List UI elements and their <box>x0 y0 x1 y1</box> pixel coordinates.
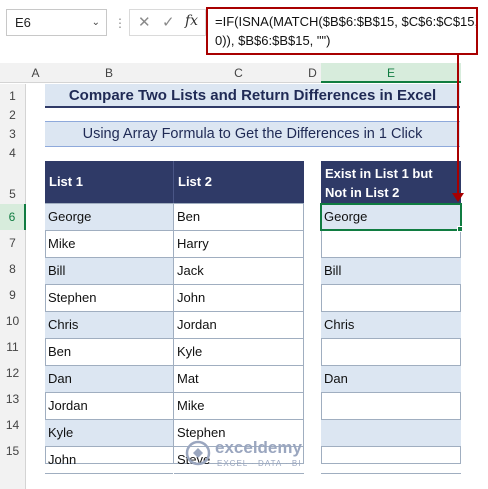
result-cell[interactable] <box>321 447 461 474</box>
header-result-line-1: Exist in List 1 but <box>325 166 433 181</box>
row-header-13[interactable]: 13 <box>0 386 26 412</box>
list2-cell[interactable]: Kyle <box>174 339 304 366</box>
result-cell[interactable] <box>321 420 461 447</box>
column-header-d[interactable]: D <box>304 63 321 83</box>
result-cell[interactable]: Bill <box>321 258 461 285</box>
annotation-arrow-line <box>457 55 459 195</box>
list1-cell[interactable]: George <box>45 204 173 231</box>
header-list-2[interactable]: List 2 <box>173 161 304 203</box>
result-cell[interactable]: Dan <box>321 366 461 393</box>
row-header-1[interactable]: 1 <box>0 84 26 109</box>
column-header-c[interactable]: C <box>173 63 304 83</box>
list1-cell[interactable]: Stephen <box>45 285 173 312</box>
list2-cell[interactable]: Mat <box>174 366 304 393</box>
annotation-arrow-head <box>452 193 464 202</box>
result-cell[interactable] <box>321 231 461 258</box>
row-header-9[interactable]: 9 <box>0 282 26 308</box>
row-header-3[interactable]: 3 <box>0 121 26 147</box>
list2-cell[interactable]: Mike <box>174 393 304 420</box>
result-cell[interactable]: Chris <box>321 312 461 339</box>
header-result[interactable]: Exist in List 1 but Not in List 2 <box>321 161 461 203</box>
sheet-subtitle[interactable]: Using Array Formula to Get the Differenc… <box>45 121 460 147</box>
row-header-7[interactable]: 7 <box>0 230 26 256</box>
result-cell[interactable] <box>321 393 461 420</box>
name-box-value: E6 <box>15 15 31 30</box>
row-header-2[interactable]: 2 <box>0 109 26 121</box>
row-header-5[interactable]: 5 <box>0 160 26 204</box>
list2-cell[interactable]: Jordan <box>174 312 304 339</box>
header-list-1[interactable]: List 1 <box>45 161 173 203</box>
sheet-title[interactable]: Compare Two Lists and Return Differences… <box>45 84 460 108</box>
row-header-11[interactable]: 11 <box>0 334 26 360</box>
watermark-tagline: EXCEL · DATA · BI <box>217 459 302 468</box>
cancel-icon[interactable]: ✕ <box>138 13 151 31</box>
row-header-4[interactable]: 4 <box>0 147 26 160</box>
watermark-name: exceldemy <box>215 438 302 457</box>
list1-cell[interactable]: Dan <box>45 366 173 393</box>
list1-cell[interactable]: Ben <box>45 339 173 366</box>
list1-cell[interactable]: Kyle <box>45 420 173 447</box>
row-header-10[interactable]: 10 <box>0 308 26 334</box>
fill-handle[interactable] <box>457 226 463 232</box>
list2-cell[interactable]: Jack <box>174 258 304 285</box>
header-result-line-2: Not in List 2 <box>325 185 400 200</box>
result-cell[interactable] <box>321 285 461 312</box>
separator-dots-icon: ⋮ <box>114 16 126 30</box>
list1-cell[interactable]: Chris <box>45 312 173 339</box>
exceldemy-logo-icon <box>185 440 211 466</box>
list1-cell[interactable]: Bill <box>45 258 173 285</box>
select-all-corner[interactable] <box>0 63 26 83</box>
result-column: George Bill Chris Dan <box>321 204 461 474</box>
insert-function-icon[interactable]: fx <box>185 13 198 29</box>
row-header-filler <box>0 464 26 489</box>
list1-cell[interactable]: John <box>45 447 173 474</box>
result-cell[interactable] <box>321 339 461 366</box>
row-header-12[interactable]: 12 <box>0 360 26 386</box>
row-header-14[interactable]: 14 <box>0 412 26 438</box>
list2-cell[interactable]: Harry <box>174 231 304 258</box>
active-cell-e6[interactable] <box>320 203 462 231</box>
exceldemy-watermark: exceldemy EXCEL · DATA · BI <box>185 436 335 470</box>
column-header-b[interactable]: B <box>45 63 173 83</box>
column-header-e[interactable]: E <box>321 63 461 83</box>
list2-cell[interactable]: John <box>174 285 304 312</box>
formula-buttons: ✕ ✓ fx <box>129 9 206 36</box>
list1-cell[interactable]: Jordan <box>45 393 173 420</box>
list-1-column: George Mike Bill Stephen Chris Ben Dan Jordan Ky… <box>45 204 173 474</box>
formula-bar-input[interactable]: =IF(ISNA(MATCH($B$6:$B$15, $C$6:$C$15, 0… <box>206 7 478 55</box>
row-header-8[interactable]: 8 <box>0 256 26 282</box>
chevron-down-icon[interactable]: ⌄ <box>92 10 100 35</box>
enter-icon[interactable]: ✓ <box>162 13 175 31</box>
list-2-column: Ben Harry Jack John Jordan Kyle Mat Mike Stephen… <box>174 204 304 474</box>
name-box[interactable]: E6 ⌄ <box>6 9 107 36</box>
list2-cell[interactable]: Ben <box>174 204 304 231</box>
row-header-6[interactable]: 6 <box>0 204 26 230</box>
row-header-15[interactable]: 15 <box>0 438 26 464</box>
column-header-a[interactable]: A <box>26 63 45 83</box>
list1-cell[interactable]: Mike <box>45 231 173 258</box>
